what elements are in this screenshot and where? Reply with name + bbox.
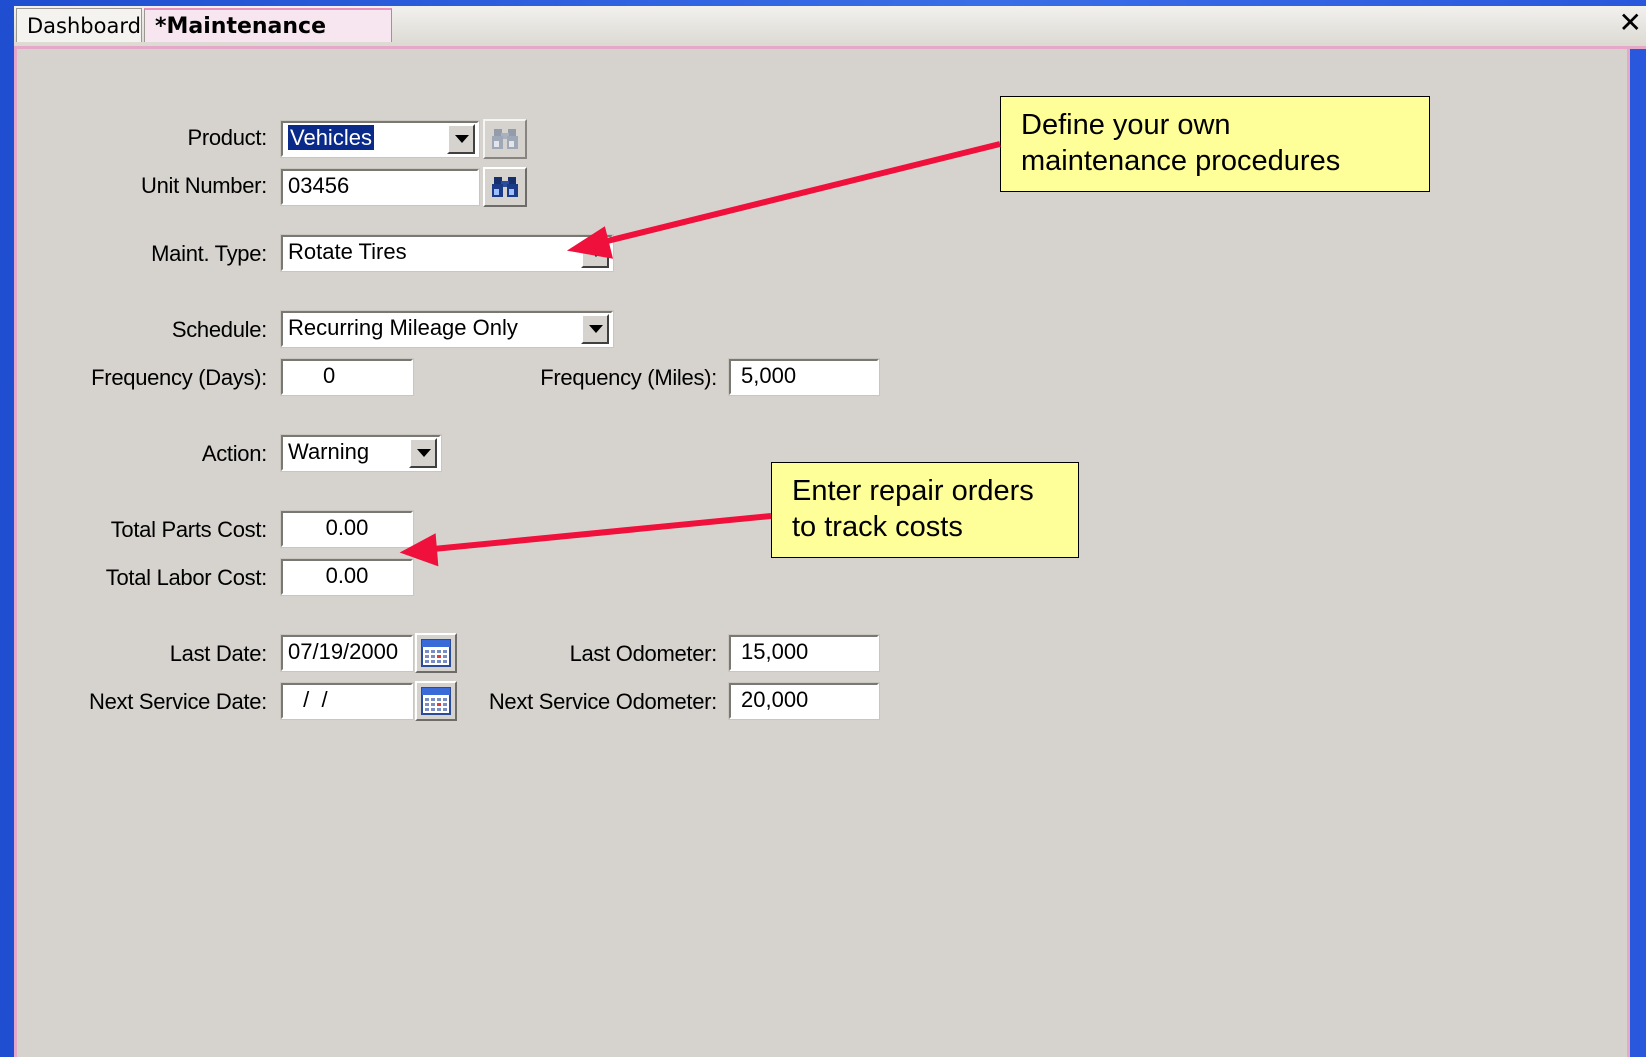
arrow-define <box>566 141 1001 259</box>
arrow-repair <box>399 513 772 567</box>
form-panel: Product: Vehicles Unit Number: 03456 Mai… <box>14 49 1630 1057</box>
close-icon[interactable]: ✕ <box>1619 8 1642 38</box>
callout-arrows <box>399 141 1001 567</box>
tab-strip: Dashboard *Maintenance Alerts ✕ <box>14 6 1646 73</box>
tab-dashboard[interactable]: Dashboard <box>16 8 142 42</box>
tab-maintenance-alerts[interactable]: *Maintenance Alerts <box>144 8 392 73</box>
